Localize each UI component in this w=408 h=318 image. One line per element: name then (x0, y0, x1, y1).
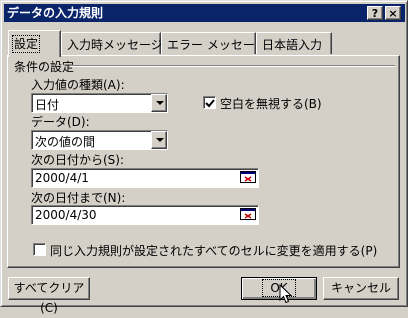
range-reference-icon[interactable] (240, 171, 256, 183)
end-date-value: 2000/4/30 (35, 208, 97, 222)
end-date-label: 次の日付まで(N): (31, 191, 126, 205)
tab-settings-label: 設定 (11, 35, 41, 53)
dropdown-arrow-icon[interactable] (151, 94, 167, 112)
tab-error-message[interactable]: エラー メッセージ (161, 32, 267, 54)
tab-ime-mode[interactable]: 日本語入力 (256, 32, 332, 54)
dropdown-arrow-icon[interactable] (151, 131, 167, 149)
start-date-label: 次の日付から(S): (31, 153, 125, 167)
close-icon: × (388, 7, 398, 20)
clear-all-label: すべてクリア(C) (13, 281, 85, 315)
data-dropdown[interactable]: 次の値の間 (31, 130, 168, 150)
help-icon: ? (371, 7, 379, 20)
apply-all-checkbox[interactable] (33, 243, 46, 256)
data-value: 次の値の間 (35, 135, 96, 149)
title-bar: データの入力規則 ? × (4, 4, 405, 22)
close-button[interactable]: × (385, 6, 401, 20)
clear-all-button[interactable]: すべてクリア(C) (8, 277, 90, 315)
apply-all-label[interactable]: 同じ入力規則が設定されたすべてのセルに変更を適用する(P) (50, 242, 377, 259)
start-date-value: 2000/4/1 (35, 171, 89, 185)
ignore-blank-label[interactable]: 空白を無視する(B) (220, 95, 322, 112)
help-button[interactable]: ? (367, 6, 383, 20)
conditions-group-label: 条件の設定 (14, 60, 75, 74)
data-validation-dialog: データの入力規則 ? × 設定 入力時メッセージ エラー メッセージ 日本語入力… (0, 0, 408, 315)
allow-label: 入力値の種類(A): (31, 78, 125, 92)
checkmark-icon (205, 99, 215, 108)
ignore-blank-checkbox[interactable] (203, 96, 216, 109)
allow-dropdown[interactable]: 日付 (31, 93, 168, 113)
group-divider (70, 65, 395, 67)
start-date-input[interactable]: 2000/4/1 (31, 168, 259, 188)
end-date-input[interactable]: 2000/4/30 (31, 205, 259, 225)
cancel-button[interactable]: キャンセル (323, 277, 399, 300)
data-label: データ(D): (31, 115, 90, 129)
tab-settings[interactable]: 設定 (8, 30, 61, 57)
mouse-cursor-icon (279, 284, 293, 304)
tab-ime-mode-label: 日本語入力 (262, 38, 323, 52)
tab-error-message-label: エラー メッセージ (167, 38, 267, 52)
tab-input-message[interactable]: 入力時メッセージ (61, 32, 163, 54)
cancel-label: キャンセル (330, 281, 391, 295)
tab-input-message-label: 入力時メッセージ (67, 38, 163, 52)
dialog-title: データの入力規則 (7, 6, 104, 20)
range-reference-icon[interactable] (240, 208, 256, 220)
allow-value: 日付 (35, 98, 60, 112)
